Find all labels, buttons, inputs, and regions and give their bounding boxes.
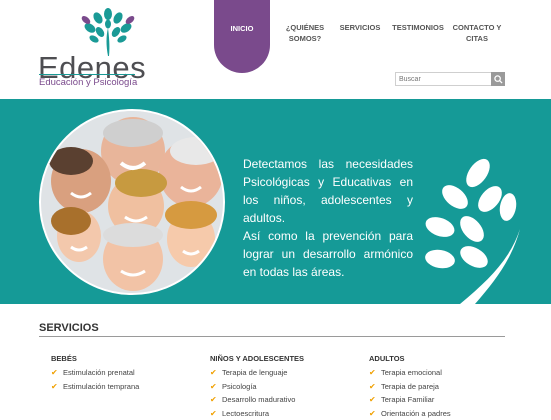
- family-photo: [39, 109, 225, 295]
- check-icon: ✔: [369, 393, 376, 407]
- services-section: SERVICIOS BEBÉS ✔Estimulación prenatal ✔…: [0, 304, 551, 413]
- list-item[interactable]: ✔Psicología: [210, 380, 304, 394]
- nav-item-contacto[interactable]: CONTACTO Y CITAS: [451, 22, 503, 44]
- hero-paragraph-1: Detectamos las necesidades Psicológicas …: [243, 155, 413, 227]
- check-icon: ✔: [51, 366, 58, 380]
- services-column-adultos: ADULTOS ✔Terapia emocional ✔Terapia de p…: [369, 354, 451, 420]
- leaves-decoration-icon: [420, 149, 551, 304]
- check-icon: ✔: [369, 407, 376, 420]
- list-item[interactable]: ✔Desarrollo madurativo: [210, 393, 304, 407]
- hero-text: Detectamos las necesidades Psicológicas …: [243, 155, 413, 281]
- nav-item-quienes-somos[interactable]: ¿QUIÉNES SOMOS?: [280, 22, 330, 44]
- list-item[interactable]: ✔Terapia de lenguaje: [210, 366, 304, 380]
- nav-item-inicio[interactable]: INICIO: [214, 0, 270, 73]
- list-item[interactable]: ✔Terapia de pareja: [369, 380, 451, 394]
- services-column-bebes: BEBÉS ✔Estimulación prenatal ✔Estimulaci…: [51, 354, 139, 393]
- search-button[interactable]: [491, 72, 505, 86]
- list-item[interactable]: ✔Terapia emocional: [369, 366, 451, 380]
- check-icon: ✔: [369, 366, 376, 380]
- column-title: BEBÉS: [51, 354, 139, 363]
- list-item[interactable]: ✔Estimulación prenatal: [51, 366, 139, 380]
- column-title: NIÑOS Y ADOLESCENTES: [210, 354, 304, 363]
- site-header: Edenes Educación y Psicología INICIO ¿QU…: [0, 0, 551, 99]
- list-item[interactable]: ✔Lectoescritura: [210, 407, 304, 420]
- services-column-ninos: NIÑOS Y ADOLESCENTES ✔Terapia de lenguaj…: [210, 354, 304, 420]
- list-item[interactable]: ✔Terapia Familiar: [369, 393, 451, 407]
- search-input[interactable]: [395, 72, 499, 86]
- hero-banner: Detectamos las necesidades Psicológicas …: [0, 99, 551, 304]
- services-title: SERVICIOS: [39, 322, 99, 334]
- logo-divider: [39, 74, 135, 75]
- nav-item-servicios[interactable]: SERVICIOS: [339, 22, 381, 33]
- check-icon: ✔: [210, 380, 217, 394]
- check-icon: ✔: [210, 407, 217, 420]
- list-item[interactable]: ✔Estimulación temprana: [51, 380, 139, 394]
- brand-tagline: Educación y Psicología: [39, 78, 137, 88]
- check-icon: ✔: [369, 380, 376, 394]
- check-icon: ✔: [210, 393, 217, 407]
- services-divider: [39, 336, 505, 337]
- check-icon: ✔: [210, 366, 217, 380]
- list-item[interactable]: ✔Orientación a padres: [369, 407, 451, 420]
- check-icon: ✔: [51, 380, 58, 394]
- hero-paragraph-2: Así como la prevención para lograr un de…: [243, 227, 413, 281]
- nav-item-label: INICIO: [214, 24, 270, 33]
- column-title: ADULTOS: [369, 354, 451, 363]
- nav-item-testimonios[interactable]: TESTIMONIOS: [392, 22, 444, 33]
- search-icon: [494, 75, 503, 84]
- family-faces-illustration: [41, 111, 225, 295]
